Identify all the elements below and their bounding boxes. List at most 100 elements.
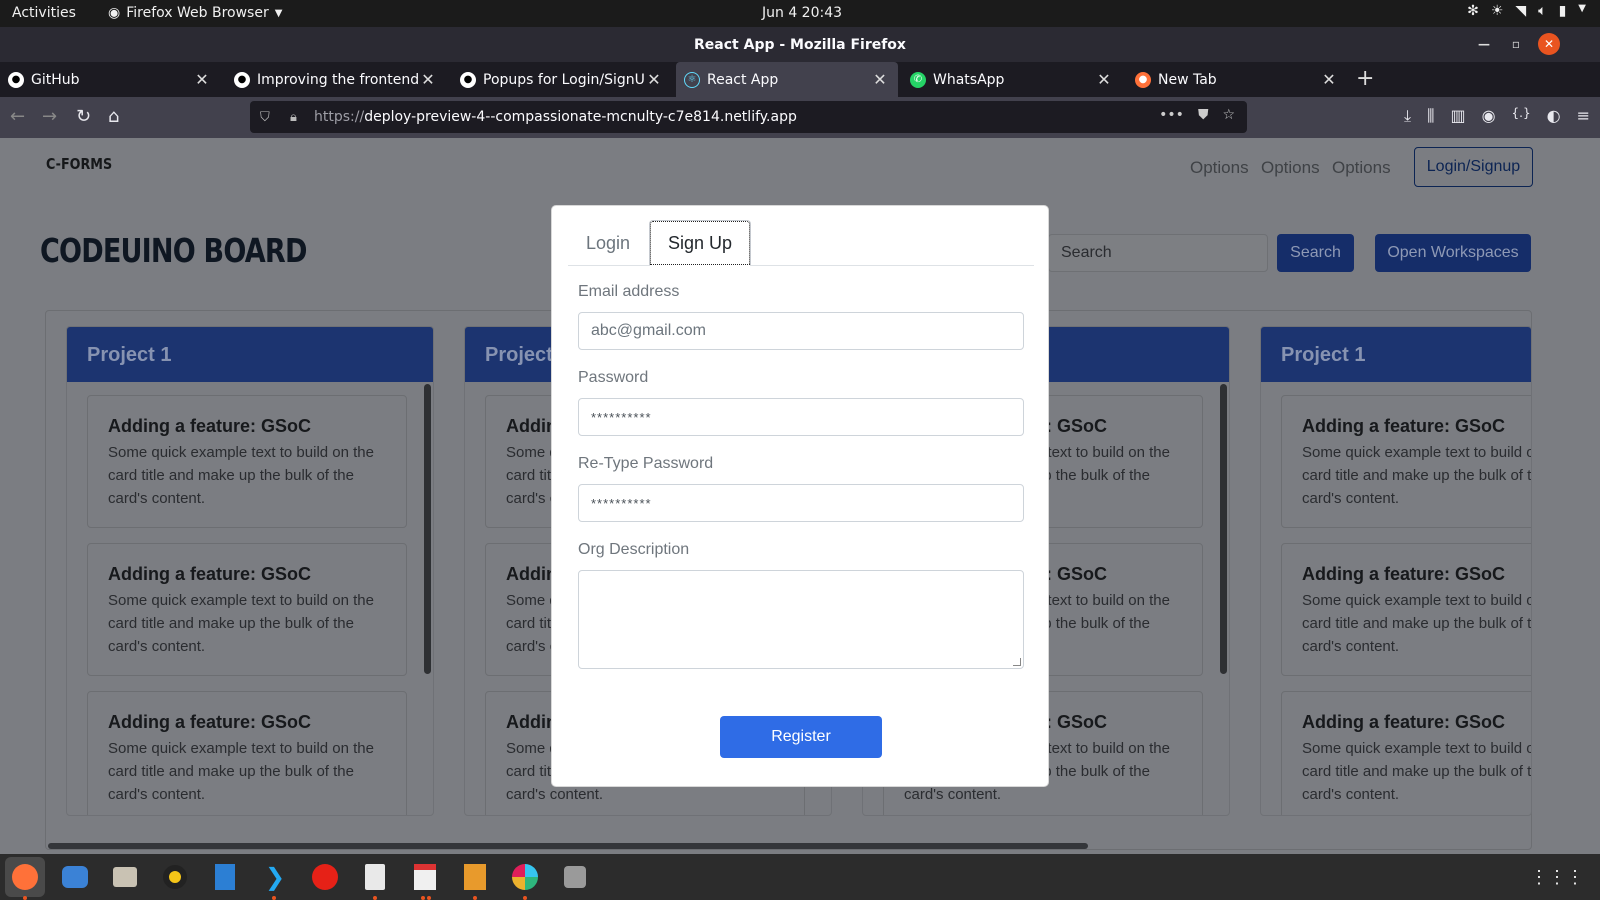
board-horizontal-scrollbar[interactable] xyxy=(48,843,1088,849)
disk-dock-icon[interactable] xyxy=(559,861,591,893)
back-arrow-icon[interactable]: ← xyxy=(10,106,25,127)
column-scrollbar[interactable] xyxy=(1220,384,1227,674)
url-bar[interactable]: ⛉ 🔒︎ https://deploy-preview-4--compassio… xyxy=(250,101,1247,133)
rhythmbox-dock-icon[interactable] xyxy=(159,861,191,893)
activities-button[interactable]: Activities xyxy=(12,5,76,21)
tab-whatsapp[interactable]: ✆ WhatsApp ✕ xyxy=(902,62,1122,97)
app-menu[interactable]: ◉ Firefox Web Browser ▼ xyxy=(108,5,282,21)
url-text[interactable]: https://deploy-preview-4--compassionate-… xyxy=(314,109,797,125)
project-card[interactable]: Adding a feature: GSoC Some quick exampl… xyxy=(87,395,407,528)
slack-tray-icon[interactable]: ✻ xyxy=(1467,3,1479,19)
close-window-button[interactable]: ✕ xyxy=(1538,33,1560,55)
new-tab-plus-icon[interactable]: + xyxy=(1356,66,1374,91)
bookmark-star-icon[interactable]: ☆ xyxy=(1222,107,1235,123)
tab-popups-login-signup[interactable]: ● Popups for Login/SignUp ✕ xyxy=(452,62,672,97)
project-column: Project 1 Adding a feature: GSoC Some qu… xyxy=(66,326,434,816)
window-title: React App - Mozilla Firefox xyxy=(694,37,906,53)
project-card[interactable]: Adding a feature: GSoC Some quick exampl… xyxy=(87,543,407,676)
page-actions-icon[interactable]: ••• xyxy=(1159,107,1184,123)
downloads-icon[interactable]: ⤓ xyxy=(1404,106,1411,126)
library-icon[interactable]: ⫼ xyxy=(1427,106,1434,126)
window-title-bar: React App - Mozilla Firefox — ▫ ✕ xyxy=(0,27,1600,62)
tab-react-app[interactable]: ⚛ React App ✕ xyxy=(676,62,898,97)
system-tray[interactable]: ✻ ☀ ◥ 🔈︎ ▮ ▼ xyxy=(1467,3,1586,19)
site-navbar: C-FORMS Options Options Options Login/Si… xyxy=(0,138,1600,200)
login-signup-button[interactable]: Login/Signup xyxy=(1414,147,1533,187)
reload-icon[interactable]: ↻ xyxy=(76,106,91,127)
tab-login[interactable]: Login xyxy=(568,220,648,266)
password-field[interactable]: ********** xyxy=(578,398,1024,436)
document-viewer-dock-icon[interactable] xyxy=(409,861,441,893)
extension-icon[interactable]: {.} xyxy=(1512,106,1531,126)
email-label: Email address xyxy=(578,283,680,300)
account-icon[interactable]: ◉ xyxy=(1482,106,1496,126)
project-card[interactable]: Adding a feature: GSoC Some quick exampl… xyxy=(1281,691,1531,815)
show-applications-icon[interactable]: ⋮⋮⋮ xyxy=(1530,867,1584,888)
card-title: Adding a feature: GSoC xyxy=(108,712,312,732)
search-button[interactable]: Search xyxy=(1277,234,1354,272)
battery-icon[interactable]: ▮ xyxy=(1559,3,1567,19)
files-dock-icon[interactable] xyxy=(109,861,141,893)
tab-signup[interactable]: Sign Up xyxy=(649,220,751,266)
close-tab-icon[interactable]: ✕ xyxy=(192,70,212,89)
register-button[interactable]: Register xyxy=(720,716,882,758)
running-indicator xyxy=(473,896,477,900)
project-card[interactable]: Adding a feature: GSoC Some quick exampl… xyxy=(1281,395,1531,528)
writer-dock-icon[interactable] xyxy=(209,861,241,893)
org-description-textarea[interactable] xyxy=(578,570,1024,669)
tab-label: React App xyxy=(707,71,779,88)
close-tab-icon[interactable]: ✕ xyxy=(1319,70,1339,89)
open-workspaces-button[interactable]: Open Workspaces xyxy=(1375,234,1531,272)
hamburger-menu-icon[interactable]: ≡ xyxy=(1577,106,1590,126)
tab-new-tab[interactable]: ● New Tab ✕ xyxy=(1127,62,1347,97)
close-tab-icon[interactable]: ✕ xyxy=(1094,70,1114,89)
slack-dock-icon[interactable] xyxy=(509,861,541,893)
maximize-button[interactable]: ▫ xyxy=(1505,33,1527,55)
shield-icon[interactable]: ⛉ xyxy=(260,110,280,125)
nav-option-3[interactable]: Options xyxy=(1332,158,1391,178)
clock[interactable]: Jun 4 20:43 xyxy=(762,5,842,21)
lock-icon[interactable]: 🔒︎ xyxy=(290,110,310,125)
url-protocol: https:// xyxy=(314,109,365,125)
text-editor-dock-icon[interactable] xyxy=(359,861,391,893)
vscode-dock-icon[interactable]: ❯ xyxy=(259,861,291,893)
project-card[interactable]: Adding a feature: GSoC Some quick exampl… xyxy=(1281,543,1531,676)
card-text: Some quick example text to build on the … xyxy=(1302,740,1531,803)
wifi-icon[interactable]: ◥ xyxy=(1515,3,1526,19)
email-field[interactable]: abc@gmail.com xyxy=(578,312,1024,350)
close-tab-icon[interactable]: ✕ xyxy=(644,70,664,89)
project-card[interactable]: Adding a feature: GSoC Some quick exampl… xyxy=(87,691,407,815)
tab-improving-frontend[interactable]: ● Improving the frontend c ✕ xyxy=(226,62,446,97)
brightness-icon[interactable]: ☀ xyxy=(1491,3,1504,19)
thunderbird-dock-icon[interactable] xyxy=(59,861,91,893)
dock: ❯ ⋮⋮⋮ xyxy=(0,854,1600,900)
nav-option-1[interactable]: Options xyxy=(1190,158,1249,178)
retype-password-field[interactable]: ********** xyxy=(578,484,1024,522)
brand-logo[interactable]: C-FORMS xyxy=(46,155,112,173)
youtube-music-dock-icon[interactable] xyxy=(309,861,341,893)
card-title: Adding a feature: GSoC xyxy=(1302,416,1506,436)
impress-dock-icon[interactable] xyxy=(459,861,491,893)
forward-arrow-icon[interactable]: → xyxy=(42,106,57,127)
search-input[interactable]: Search xyxy=(1048,234,1268,272)
pocket-icon[interactable]: ⛊ xyxy=(1198,107,1209,123)
home-icon[interactable]: ⌂ xyxy=(108,106,119,127)
resize-handle-icon[interactable] xyxy=(1013,658,1021,666)
running-indicator xyxy=(23,896,27,900)
url-host: deploy-preview-4--compassionate-mcnulty-… xyxy=(364,109,797,125)
nav-option-2[interactable]: Options xyxy=(1261,158,1320,178)
volume-icon[interactable]: 🔈︎ xyxy=(1538,3,1546,19)
card-title: Adding a feature: GSoC xyxy=(108,416,312,436)
firefox-dock-icon[interactable] xyxy=(5,857,45,897)
tab-label: GitHub xyxy=(31,71,80,88)
sidebar-icon[interactable]: ▥ xyxy=(1450,106,1465,126)
close-tab-icon[interactable]: ✕ xyxy=(870,70,890,89)
tab-github[interactable]: ● GitHub ✕ xyxy=(0,62,220,97)
react-icon: ⚛ xyxy=(684,71,700,88)
chevron-down-icon[interactable]: ▼ xyxy=(1578,3,1586,19)
extension-circle-icon[interactable]: ◐ xyxy=(1547,106,1561,126)
minimize-button[interactable]: — xyxy=(1473,33,1495,55)
column-scrollbar[interactable] xyxy=(424,384,431,674)
close-tab-icon[interactable]: ✕ xyxy=(418,70,438,89)
tab-label: WhatsApp xyxy=(933,71,1005,88)
